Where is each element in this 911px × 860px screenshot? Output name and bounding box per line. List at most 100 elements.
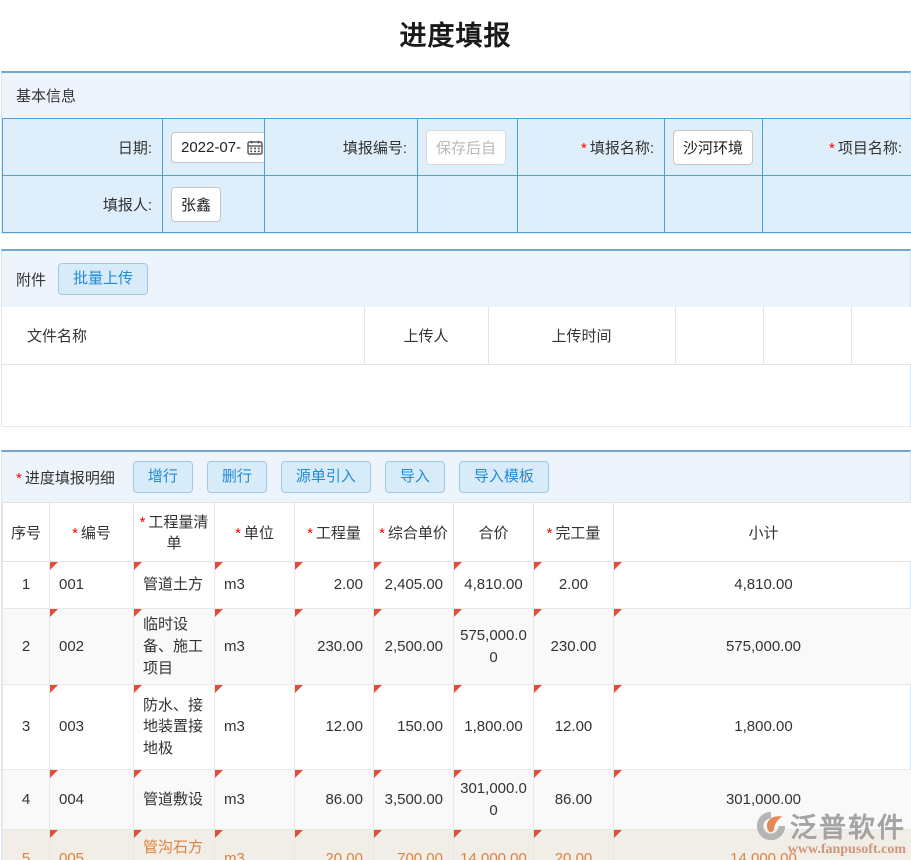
cell-subtotal[interactable]: 575,000.00 [614, 609, 911, 685]
cell-unit[interactable]: m3 [215, 609, 295, 685]
cell-subtotal[interactable]: 1,800.00 [614, 685, 911, 770]
report-name-label: *填报名称: [518, 119, 665, 176]
detail-table-body: 1001管道土方m32.002,405.004,810.002.004,810.… [3, 562, 911, 860]
required-marker: * [581, 140, 587, 157]
cell-price[interactable]: 700.00 [374, 830, 454, 860]
filler-input[interactable]: 张鑫 [171, 187, 221, 222]
cell-unit[interactable]: m3 [215, 830, 295, 860]
required-marker: * [72, 525, 78, 542]
cell-unit[interactable]: m3 [215, 770, 295, 830]
cell-unit[interactable]: m3 [215, 685, 295, 770]
required-marker: * [547, 525, 553, 542]
report-name-input[interactable]: 沙河环境 [673, 130, 753, 165]
cell-qty[interactable]: 86.00 [295, 770, 374, 830]
attachments-table: 文件名称 上传人 上传时间 [2, 307, 911, 365]
cell-price[interactable]: 3,500.00 [374, 770, 454, 830]
detail-row: 3003防水、接地装置接地极m312.00150.001,800.0012.00… [3, 685, 911, 770]
cell-qty[interactable]: 230.00 [295, 609, 374, 685]
required-marker: * [379, 525, 385, 542]
cell-code[interactable]: 001 [50, 562, 134, 609]
report-no-input: 保存后自 [426, 130, 506, 165]
calendar-icon[interactable] [247, 140, 263, 155]
cell-price[interactable]: 150.00 [374, 685, 454, 770]
basic-info-title: 基本信息 [16, 85, 76, 106]
attachments-panel: 附件 批量上传 文件名称 上传人 上传时间 [1, 249, 911, 427]
import-template-button[interactable]: 导入模板 [459, 461, 549, 493]
project-name-label: *项目名称: [763, 119, 911, 176]
cell-item[interactable]: 管沟石方开挖 [134, 830, 215, 860]
required-marker: * [140, 514, 146, 531]
cell-done[interactable]: 86.00 [534, 770, 614, 830]
add-row-button[interactable]: 增行 [133, 461, 193, 493]
basic-info-header: 基本信息 [2, 73, 910, 118]
cell-subtotal[interactable]: 301,000.00 [614, 770, 911, 830]
detail-row: 4004管道敷设m386.003,500.00301,000.0086.0030… [3, 770, 911, 830]
attach-col-filename: 文件名称 [2, 307, 364, 365]
cell-price[interactable]: 2,405.00 [374, 562, 454, 609]
cell-no: 2 [3, 609, 50, 685]
cell-no: 5 [3, 830, 50, 860]
date-label: 日期: [3, 119, 163, 176]
detail-row: 5005管沟石方开挖m320.00700.0014,000.0020.0014,… [3, 830, 911, 860]
cell-subtotal[interactable]: 14,000.00 [614, 830, 911, 860]
attach-col-empty [851, 307, 911, 365]
attach-col-empty [763, 307, 851, 365]
col-header-subtotal: 小计 [614, 503, 911, 562]
required-marker: * [829, 140, 835, 157]
date-input[interactable]: 2022-07- [171, 132, 265, 163]
required-marker: * [16, 470, 22, 487]
cell-unit[interactable]: m3 [215, 562, 295, 609]
cell-no: 3 [3, 685, 50, 770]
details-table-head: 序号*编号*工程量清单*单位*工程量*综合单价合价*完工量小计 [3, 503, 911, 562]
cell-code[interactable]: 004 [50, 770, 134, 830]
report-no-label: 填报编号: [265, 119, 418, 176]
filler-cell: 张鑫 [163, 176, 265, 233]
cell-code[interactable]: 003 [50, 685, 134, 770]
page-title: 进度填报 [0, 0, 911, 53]
cell-done[interactable]: 20.00 [534, 830, 614, 860]
report-no-cell: 保存后自 [418, 119, 518, 176]
attachments-empty-list [2, 365, 910, 426]
filler-label: 填报人: [3, 176, 163, 233]
source-import-button[interactable]: 源单引入 [281, 461, 371, 493]
batch-upload-button[interactable]: 批量上传 [58, 263, 148, 295]
cell-qty[interactable]: 2.00 [295, 562, 374, 609]
cell-no: 4 [3, 770, 50, 830]
cell-total[interactable]: 575,000.00 [454, 609, 534, 685]
cell-done[interactable]: 2.00 [534, 562, 614, 609]
cell-qty[interactable]: 12.00 [295, 685, 374, 770]
col-header-item: *工程量清单 [134, 503, 215, 562]
report-name-cell: 沙河环境 [665, 119, 763, 176]
details-title: *进度填报明细 [16, 467, 115, 488]
details-panel: *进度填报明细 增行 删行 源单引入 导入 导入模板 序号*编号*工程量清单*单… [1, 450, 911, 860]
basic-info-panel: 基本信息 日期: 2022-07- [1, 71, 911, 234]
details-header-row: 序号*编号*工程量清单*单位*工程量*综合单价合价*完工量小计 [3, 503, 911, 562]
details-table: 序号*编号*工程量清单*单位*工程量*综合单价合价*完工量小计 1001管道土方… [2, 502, 911, 860]
detail-row: 2002临时设备、施工项目m3230.002,500.00575,000.002… [3, 609, 911, 685]
attachments-header: 附件 批量上传 [2, 251, 910, 307]
col-header-unit: *单位 [215, 503, 295, 562]
import-button[interactable]: 导入 [385, 461, 445, 493]
attach-col-uploader: 上传人 [364, 307, 488, 365]
cell-total[interactable]: 4,810.00 [454, 562, 534, 609]
cell-item[interactable]: 管道敷设 [134, 770, 215, 830]
cell-item[interactable]: 防水、接地装置接地极 [134, 685, 215, 770]
cell-done[interactable]: 12.00 [534, 685, 614, 770]
date-cell: 2022-07- [163, 119, 265, 176]
cell-subtotal[interactable]: 4,810.00 [614, 562, 911, 609]
cell-qty[interactable]: 20.00 [295, 830, 374, 860]
delete-row-button[interactable]: 删行 [207, 461, 267, 493]
cell-price[interactable]: 2,500.00 [374, 609, 454, 685]
col-header-price: *综合单价 [374, 503, 454, 562]
cell-total[interactable]: 1,800.00 [454, 685, 534, 770]
attach-col-empty [675, 307, 763, 365]
cell-item[interactable]: 管道土方 [134, 562, 215, 609]
cell-total[interactable]: 301,000.00 [454, 770, 534, 830]
required-marker: * [307, 525, 313, 542]
cell-total[interactable]: 14,000.00 [454, 830, 534, 860]
cell-done[interactable]: 230.00 [534, 609, 614, 685]
col-header-qty: *工程量 [295, 503, 374, 562]
cell-code[interactable]: 005 [50, 830, 134, 860]
cell-item[interactable]: 临时设备、施工项目 [134, 609, 215, 685]
cell-code[interactable]: 002 [50, 609, 134, 685]
